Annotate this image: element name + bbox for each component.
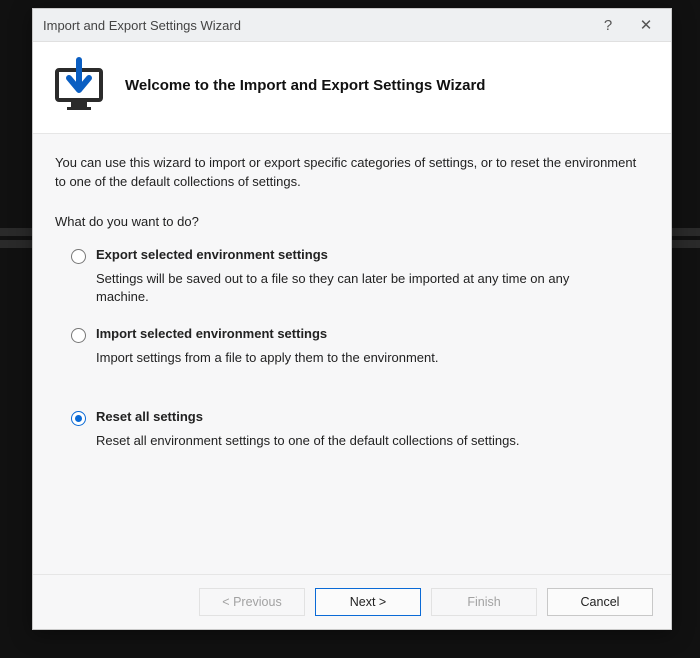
monitor-download-icon [51,56,107,115]
button-label: Finish [467,595,500,609]
finish-button: Finish [431,588,537,616]
wizard-footer: < Previous Next > Finish Cancel [33,574,671,629]
option-desc: Import settings from a file to apply the… [96,349,616,367]
prompt-text: What do you want to do? [55,214,649,229]
wizard-header: Welcome to the Import and Export Setting… [33,42,671,134]
wizard-body: You can use this wizard to import or exp… [33,134,671,574]
wizard-heading: Welcome to the Import and Export Setting… [125,77,485,94]
option-import[interactable]: Import selected environment settings [71,326,649,343]
option-label: Reset all settings [96,409,203,424]
button-label: Cancel [581,595,620,609]
options-group: Export selected environment settings Set… [55,247,649,451]
option-reset[interactable]: Reset all settings [71,409,649,426]
next-button[interactable]: Next > [315,588,421,616]
wizard-dialog: Import and Export Settings Wizard ? ✕ We… [32,8,672,630]
button-label: < Previous [222,595,281,609]
option-desc: Settings will be saved out to a file so … [96,270,616,306]
option-desc: Reset all environment settings to one of… [96,432,616,450]
button-label: Next > [350,595,386,609]
intro-text: You can use this wizard to import or exp… [55,154,649,192]
previous-button: < Previous [199,588,305,616]
radio-icon [71,328,86,343]
option-label: Export selected environment settings [96,247,328,262]
option-label: Import selected environment settings [96,326,327,341]
option-export[interactable]: Export selected environment settings [71,247,649,264]
radio-icon [71,249,86,264]
help-icon: ? [604,17,612,34]
cancel-button[interactable]: Cancel [547,588,653,616]
close-button[interactable]: ✕ [627,11,665,39]
window-title: Import and Export Settings Wizard [43,18,589,33]
titlebar: Import and Export Settings Wizard ? ✕ [33,9,671,42]
help-button[interactable]: ? [589,11,627,39]
close-icon: ✕ [640,16,653,34]
radio-icon [71,411,86,426]
